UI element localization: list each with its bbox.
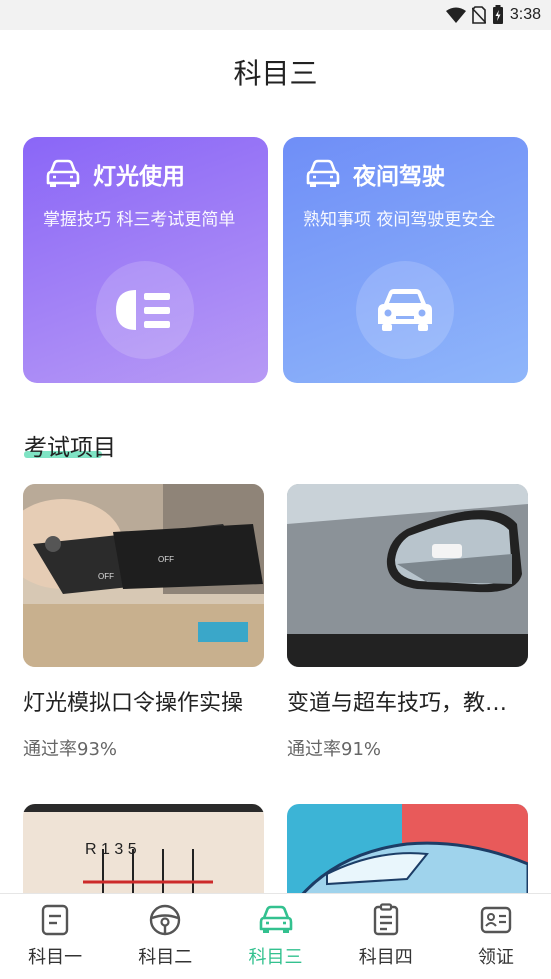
card-header: 夜间驾驶 [305,157,445,191]
bottom-tab-bar: 科目一 科目二 科目三 科目四 领证 [0,893,551,979]
status-time: 3:38 [509,6,541,23]
exam-item-card[interactable]: OFF OFF 灯光模拟口令操作实操 通过率93% [23,484,264,761]
steering-wheel-icon [150,904,181,936]
checklist-icon [373,903,398,936]
exam-item-card[interactable]: 变道与超车技巧，教练讲解 通过率91% [287,484,528,761]
item-pass-rate: 通过率91% [287,739,382,760]
tab-label: 领证 [477,947,514,968]
tab-subject-two[interactable]: 科目二 [110,894,220,979]
card-title: 夜间驾驶 [353,164,445,190]
item-thumbnail: OFF OFF [23,484,264,667]
tab-label: 科目四 [358,947,413,968]
car-outline-icon [306,159,340,187]
id-card-icon [480,906,512,934]
wifi-icon [445,7,466,23]
item-thumbnail [287,484,528,667]
item-title: 灯光模拟口令操作实操 [23,691,244,716]
car-front-icon [378,289,432,331]
headlight-icon-circle [96,261,194,359]
item-title: 变道与超车技巧，教练讲解 [287,691,528,716]
document-icon [41,904,69,936]
tab-label: 科目三 [248,947,303,968]
status-bar: 3:38 [0,0,551,30]
night-driving-card[interactable]: 夜间驾驶 熟知事项 夜间驾驶更安全 [283,137,528,383]
item-pass-rate: 通过率93% [23,739,118,760]
tab-label: 科目一 [28,947,83,968]
card-subtitle: 熟知事项 夜间驾驶更安全 [303,210,496,230]
card-subtitle: 掌握技巧 科三考试更简单 [43,210,236,230]
headlight-icon [116,290,170,330]
svg-text:OFF: OFF [98,572,114,581]
car-front-icon-circle [356,261,454,359]
tab-label: 科目二 [138,947,193,968]
car-icon [259,905,292,933]
card-header: 灯光使用 [45,157,185,191]
svg-text:OFF: OFF [158,555,174,564]
battery-icon [492,5,503,24]
page-title: 科目三 [233,57,318,90]
svg-text:R 1 3 5: R 1 3 5 [85,841,137,858]
tab-subject-three[interactable]: 科目三 [220,894,330,979]
tab-subject-four[interactable]: 科目四 [331,894,441,979]
light-usage-card[interactable]: 灯光使用 掌握技巧 科三考试更简单 [23,137,268,383]
tab-license[interactable]: 领证 [441,894,551,979]
no-sim-icon [471,6,486,24]
tab-subject-one[interactable]: 科目一 [0,894,110,979]
card-title: 灯光使用 [93,164,185,190]
status-icons: 3:38 [445,5,541,25]
section-title: 考试项目 [24,435,116,461]
car-outline-icon [46,159,80,187]
